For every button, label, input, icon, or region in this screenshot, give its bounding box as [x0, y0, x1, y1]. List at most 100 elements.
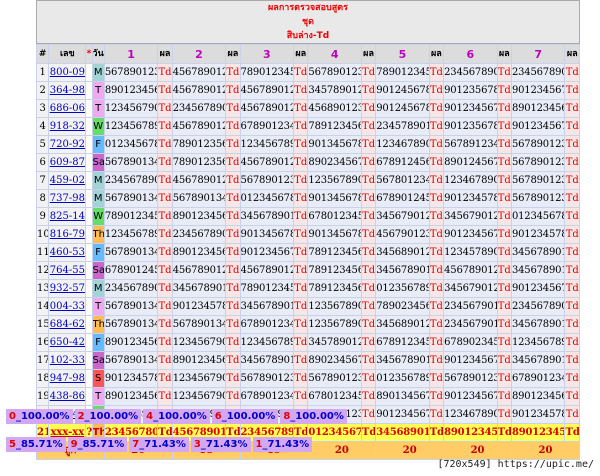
draw-code-link[interactable]: 004-33	[48, 297, 87, 316]
result-cell: 8901234567	[510, 387, 566, 406]
td-marker: Td	[564, 207, 580, 226]
result-cell: 5678901234	[239, 171, 295, 190]
draw-code-link[interactable]: 720-92	[48, 135, 87, 154]
draw-code-link[interactable]: 686-06	[48, 99, 87, 118]
draw-code-link[interactable]: 816-79	[48, 225, 87, 244]
result-cell: 9013456789	[307, 225, 362, 244]
row-index: 18	[35, 369, 50, 388]
table-row: 8737-98M5678901345Td5678901340Td01234567…	[35, 189, 580, 208]
result-value: 9012345678	[511, 121, 563, 132]
result-cell: 0123567890	[375, 369, 430, 388]
td-marker: Td	[225, 297, 241, 316]
td-marker: Td	[496, 315, 512, 334]
result-value: 1234567890	[240, 337, 292, 348]
col-round-1: 1	[103, 44, 159, 64]
table-row: 3686-06T1234567901Td2345678901Td45678901…	[35, 99, 580, 118]
result-cell: 9012356789	[443, 117, 498, 136]
weekday-badge: Sa	[91, 351, 105, 370]
td-marker: Td	[428, 333, 445, 352]
stat-percent: 100.00%	[226, 411, 276, 422]
td-marker: Td	[496, 117, 512, 136]
td-marker: Td	[428, 225, 445, 244]
draw-code-link[interactable]: 460-53	[48, 243, 87, 262]
result-value: 6789012457	[104, 265, 156, 276]
result-value: 9012356789	[444, 121, 496, 132]
result-cell: 9012456789	[375, 81, 430, 100]
td-marker: Td	[360, 225, 377, 244]
result-value: 7890123456	[240, 283, 292, 294]
result-cell: 8901234567	[510, 99, 566, 118]
col-round-7: 7	[510, 44, 566, 64]
draw-code-link[interactable]: 438-86	[48, 387, 87, 406]
td-marker: Td	[293, 315, 309, 334]
td-marker: Td	[360, 243, 377, 262]
result-cell: 6789012345	[239, 315, 295, 334]
result-value: 2345679012	[444, 301, 496, 312]
result-value: 5678901340	[172, 193, 224, 204]
digit-stats-row-1: 0_100.00% 2_100.00% 4_100.00% 6_100.00% 8_10…	[6, 404, 349, 424]
result-cell: 0123456789	[103, 135, 159, 154]
td-marker: Td	[496, 297, 512, 316]
row-index: 11	[35, 243, 50, 262]
result-value: 0123456789	[104, 139, 156, 150]
row-index: 12	[35, 261, 50, 280]
td-marker: Td	[360, 81, 377, 100]
draw-code-link[interactable]: 102-33	[48, 351, 87, 370]
result-value: 5678012345	[376, 175, 428, 186]
result-value: 4567890123	[444, 265, 496, 276]
td-marker: Td	[496, 189, 512, 208]
hit-count-value: 20	[510, 441, 581, 460]
result-cell: 9012345678	[443, 387, 498, 406]
draw-code-link[interactable]: 650-42	[48, 333, 87, 352]
draw-code-link[interactable]: 459-02	[48, 171, 87, 190]
result-cell: 3456789012	[239, 207, 295, 226]
stat-digit: 5	[9, 439, 16, 450]
result-value: 7891234567	[308, 283, 360, 294]
td-marker: Td	[564, 243, 580, 262]
draw-code-link[interactable]: 364-98	[48, 81, 87, 100]
td-marker: Td	[360, 387, 377, 406]
result-cell: 8901234567	[171, 243, 227, 262]
result-cell: 6789123456	[375, 333, 430, 352]
result-value: 3457890123	[308, 85, 360, 96]
draw-code-link[interactable]: 609-87	[48, 153, 87, 172]
result-value: 3456790123	[444, 283, 496, 294]
td-marker: Td	[293, 387, 309, 406]
result-cell: 7890123567	[171, 153, 227, 172]
result-cell: 4567890123	[171, 117, 227, 136]
col-code: เลข	[48, 44, 87, 64]
draw-code-link[interactable]: 825-14	[48, 207, 87, 226]
draw-code-link[interactable]: 800-09	[48, 63, 87, 82]
result-value: 2345678901	[104, 283, 156, 294]
draw-code-link[interactable]: 684-62	[48, 315, 87, 334]
result-cell: 9012356789	[443, 81, 498, 100]
result-value: 7890123456	[240, 67, 292, 78]
table-row: 4918-32W1234567890Td4567890123Td67890123…	[35, 117, 580, 136]
result-cell: 6789012345	[239, 387, 295, 406]
draw-code-link[interactable]: 737-98	[48, 189, 87, 208]
digit-stat: 8_100.00%	[280, 409, 347, 424]
result-cell: 3456789012	[510, 315, 566, 334]
draw-code-link[interactable]: 932-57	[48, 279, 87, 298]
result-cell: 9013456789	[239, 225, 295, 244]
result-value: 5678901345	[104, 247, 156, 258]
td-marker: Td	[428, 171, 445, 190]
td-marker: Td	[496, 351, 512, 370]
result-value: 9012345678	[444, 355, 496, 366]
draw-code-link[interactable]: 918-32	[48, 117, 87, 136]
report-title: ผลการตรวจสอบสูตร	[268, 3, 348, 13]
weekday-badge: M	[91, 171, 105, 190]
result-cell: 8902345678	[307, 351, 362, 370]
result-value: 9012456789	[376, 103, 428, 114]
result-cell: 4567890123	[239, 81, 295, 100]
draw-code-link[interactable]: 947-98	[48, 369, 87, 388]
draw-code-link[interactable]: 764-55	[48, 261, 87, 280]
weekday-badge: Th	[91, 225, 105, 244]
digit-stat: 0_100.00%	[6, 409, 73, 424]
result-cell: 3456789012	[510, 351, 566, 370]
td-marker: Td	[564, 225, 580, 244]
td-marker: Td	[564, 81, 580, 100]
result-value: 9012345678	[511, 85, 563, 96]
td-marker: Td	[157, 189, 173, 208]
td-marker: Td	[225, 63, 241, 82]
